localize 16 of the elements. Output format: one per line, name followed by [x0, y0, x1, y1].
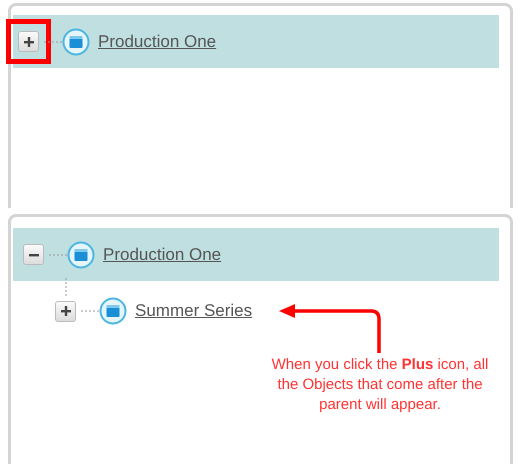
- connector-line: [44, 40, 62, 42]
- callout-text: When you click the Plus icon, all the Objects that come after the parent will appear.: [270, 355, 490, 415]
- connector-line: [81, 310, 99, 312]
- collapse-button[interactable]: [23, 244, 44, 265]
- tree-item-link[interactable]: Production One: [98, 32, 216, 52]
- expand-button[interactable]: [18, 31, 39, 52]
- clapperboard-icon: [62, 28, 90, 56]
- tree-item-link[interactable]: Summer Series: [135, 301, 252, 321]
- connector-line: [65, 278, 67, 296]
- connector-line: [49, 254, 67, 256]
- tree-item-link[interactable]: Production One: [103, 244, 222, 264]
- expand-button[interactable]: [55, 300, 76, 322]
- plus-icon: [22, 36, 34, 48]
- plus-icon: [60, 305, 72, 317]
- clapperboard-icon: [99, 297, 127, 325]
- clapperboard-icon: [67, 240, 95, 268]
